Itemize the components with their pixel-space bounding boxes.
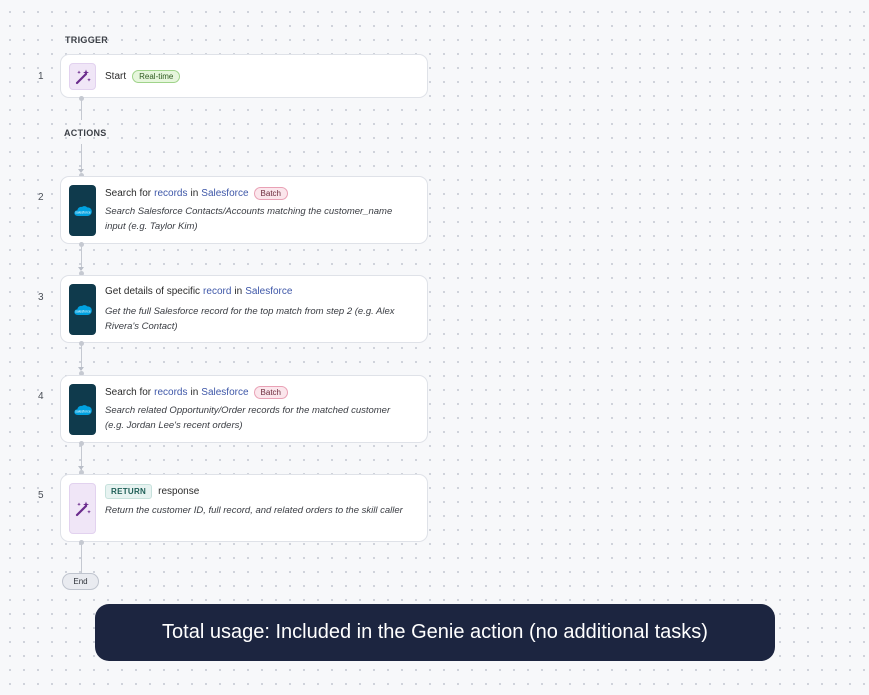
action-step-card[interactable]: salesforce Search for records in Salesfo…: [60, 375, 428, 443]
action-step-card[interactable]: salesforce Search for records in Salesfo…: [60, 176, 428, 244]
batch-badge: Batch: [253, 386, 289, 399]
step-description: Search related Opportunity/Order records…: [105, 405, 391, 431]
salesforce-logo-text: salesforce: [75, 409, 91, 413]
salesforce-logo-text: salesforce: [75, 309, 91, 313]
batch-badge: Batch: [253, 187, 289, 200]
actions-section-label: ACTIONS: [64, 128, 107, 138]
salesforce-icon: salesforce: [69, 284, 96, 335]
title-app[interactable]: Salesforce: [201, 188, 248, 199]
title-app[interactable]: Salesforce: [245, 286, 292, 297]
step-number: 1: [38, 71, 44, 82]
total-usage-banner: Total usage: Included in the Genie actio…: [95, 604, 775, 661]
trigger-step-card[interactable]: Start Real-time: [60, 54, 428, 98]
step-number: 3: [38, 292, 44, 303]
step-number: 5: [38, 490, 44, 501]
step-description: Search Salesforce Contacts/Accounts matc…: [105, 206, 393, 232]
step-description: Return the customer ID, full record, and…: [105, 505, 403, 516]
magic-wand-icon: [69, 63, 96, 90]
title-object[interactable]: records: [154, 188, 187, 199]
connector-line: [81, 100, 82, 120]
step-number: 2: [38, 192, 44, 203]
salesforce-icon: salesforce: [69, 384, 96, 435]
title-mid: in: [190, 188, 199, 199]
step-description: Get the full Salesforce record for the t…: [105, 306, 395, 332]
title-object[interactable]: record: [203, 286, 231, 297]
return-keyword-badge: RETURN: [105, 484, 153, 499]
title-mid: in: [234, 286, 243, 297]
title-mid: in: [190, 387, 199, 398]
action-step-card[interactable]: salesforce Get details of specific recor…: [60, 275, 428, 343]
title-app[interactable]: Salesforce: [201, 387, 248, 398]
step-title: Start: [105, 71, 127, 82]
magic-wand-icon: [69, 483, 96, 534]
trigger-section-label: TRIGGER: [65, 35, 109, 45]
step-number: 4: [38, 391, 44, 402]
title-prefix: Get details of specific: [105, 286, 201, 297]
realtime-badge: Real-time: [132, 70, 181, 83]
end-node: End: [62, 573, 99, 590]
connector-line: [81, 544, 82, 574]
return-step-card[interactable]: RETURN response Return the customer ID, …: [60, 474, 428, 542]
title-object[interactable]: records: [154, 387, 187, 398]
connector-line: [81, 144, 82, 172]
salesforce-icon: salesforce: [69, 185, 96, 236]
step-title: response: [158, 486, 200, 497]
title-prefix: Search for: [105, 387, 152, 398]
title-prefix: Search for: [105, 188, 152, 199]
salesforce-logo-text: salesforce: [75, 210, 91, 214]
